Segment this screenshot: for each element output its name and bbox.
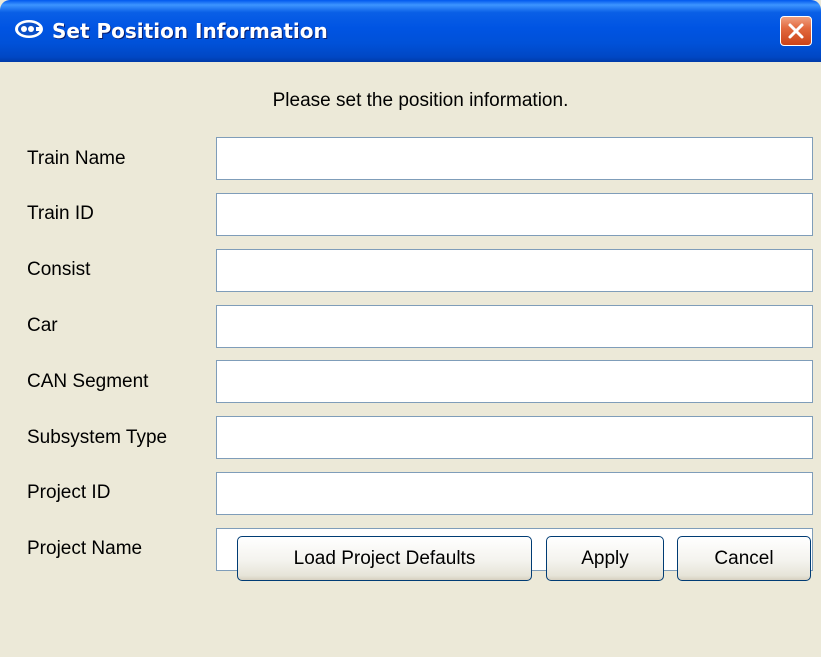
car-field[interactable] <box>216 305 813 348</box>
app-logo-icon <box>14 18 44 40</box>
cancel-button[interactable]: Cancel <box>677 536 811 581</box>
can-segment-field[interactable] <box>216 360 813 403</box>
subsystem-type-field[interactable] <box>216 416 813 459</box>
close-button[interactable] <box>780 16 812 46</box>
project-name-label: Project Name <box>27 538 143 559</box>
dialog-window: Set Position Information Please set the … <box>0 0 821 657</box>
can-segment-label: CAN Segment <box>27 371 149 392</box>
car-label: Car <box>27 315 58 336</box>
subsystem-type-label: Subsystem Type <box>27 427 168 448</box>
train-id-label: Train ID <box>27 203 94 224</box>
project-id-field[interactable] <box>216 472 813 515</box>
load-project-defaults-button[interactable]: Load Project Defaults <box>237 536 532 581</box>
dialog-prompt: Please set the position information. <box>272 90 569 111</box>
consist-field[interactable] <box>216 249 813 292</box>
title-bar[interactable]: Set Position Information <box>0 0 821 62</box>
window-title: Set Position Information <box>52 19 328 43</box>
train-name-field[interactable] <box>216 137 813 180</box>
close-icon <box>788 23 804 39</box>
train-id-field[interactable] <box>216 193 813 236</box>
project-id-label: Project ID <box>27 482 111 503</box>
train-name-label: Train Name <box>27 148 126 169</box>
consist-label: Consist <box>27 259 91 280</box>
apply-button[interactable]: Apply <box>546 536 664 581</box>
